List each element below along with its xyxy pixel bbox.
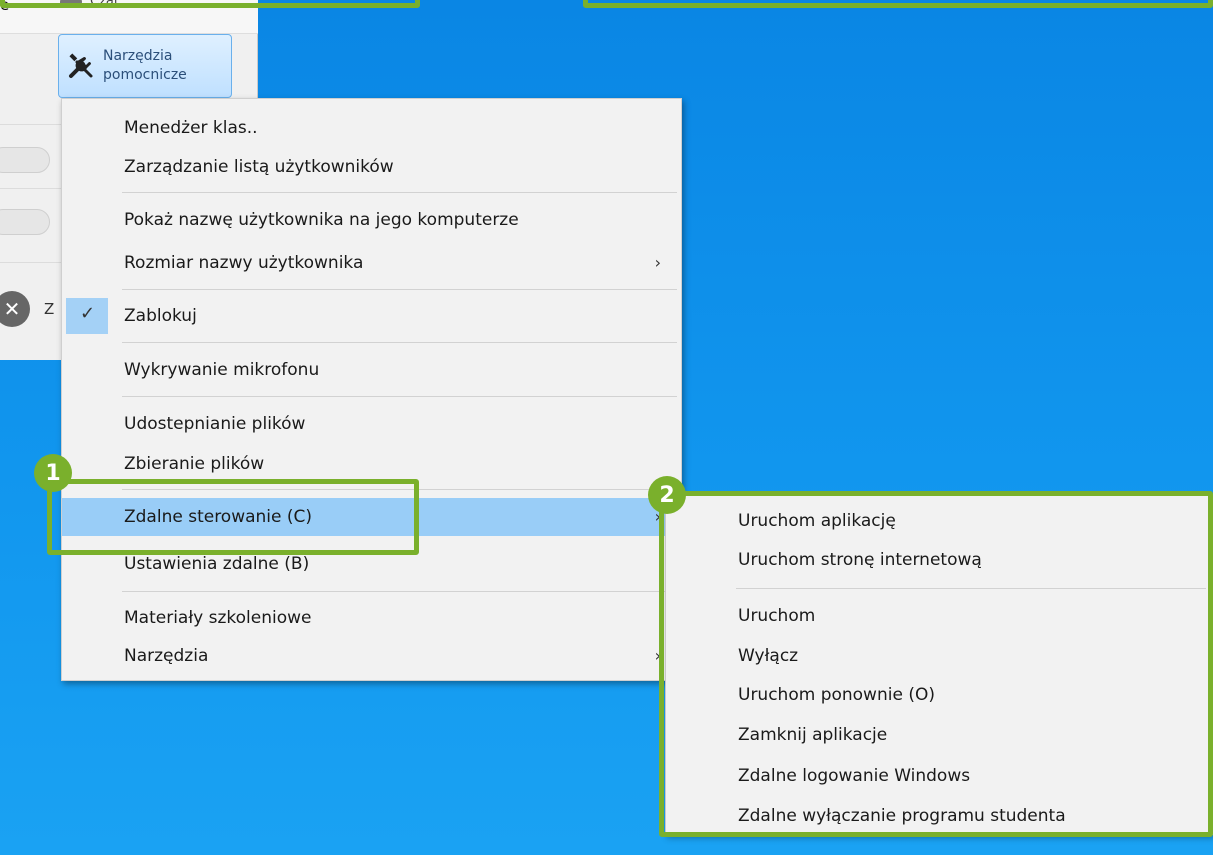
callout-frame-top-right	[583, 0, 1213, 8]
submenu-item-start[interactable]: Uruchom	[666, 597, 1212, 635]
toolbar-cut-label: e	[0, 0, 10, 14]
submenu-item-run-app[interactable]: Uruchom aplikację	[666, 502, 1212, 540]
menu-item-label: Udostepnianie plików	[124, 414, 306, 434]
step-badge-2: 2	[648, 476, 686, 514]
checkmark-icon: ✓	[80, 303, 96, 324]
submenu-item-label: Wyłącz	[738, 646, 799, 666]
submenu-separator	[736, 588, 1206, 589]
menu-item-label: Rozmiar nazwy użytkownika	[124, 253, 364, 273]
menu-item-tools[interactable]: Narzędzia ›	[62, 637, 681, 675]
chat-button[interactable]: Czat	[60, 0, 119, 9]
menu-separator	[122, 342, 677, 343]
step-badge-1: 1	[34, 454, 72, 492]
menu-item-label: Materiały szkoleniowe	[124, 608, 312, 628]
submenu-item-label: Uruchom	[738, 606, 816, 626]
submenu-item-remote-login[interactable]: Zdalne logowanie Windows	[666, 757, 1212, 795]
menu-item-show-username[interactable]: Pokaż nazwę użytkownika na jego komputer…	[62, 201, 681, 239]
menu-item-label: Ustawienia zdalne (B)	[124, 554, 310, 574]
menu-separator	[122, 489, 677, 490]
menu-item-lock[interactable]: ✓ Zablokuj	[62, 297, 681, 335]
menu-item-label: Zbieranie plików	[124, 454, 265, 474]
menu-item-label: Pokaż nazwę użytkownika na jego komputer…	[124, 210, 519, 230]
submenu-item-label: Zdalne wyłączanie programu studenta	[738, 806, 1066, 826]
toggle-pill[interactable]	[0, 209, 50, 235]
submenu-item-restart[interactable]: Uruchom ponownie (O)	[666, 676, 1212, 714]
menu-item-training-materials[interactable]: Materiały szkoleniowe	[62, 599, 681, 637]
submenu-item-label: Uruchom stronę internetową	[738, 550, 982, 570]
submenu-item-label: Uruchom ponownie (O)	[738, 685, 935, 705]
menu-separator	[122, 192, 677, 193]
menu-item-label: Narzędzia	[124, 646, 209, 666]
chat-label: Czat	[90, 0, 119, 9]
menu-item-file-collection[interactable]: Zbieranie plików	[62, 445, 681, 483]
submenu-item-open-website[interactable]: Uruchom stronę internetową	[666, 541, 1212, 579]
wrench-screwdriver-icon	[69, 53, 93, 78]
submenu-item-close-student-program[interactable]: Zdalne wyłączanie programu studenta	[666, 797, 1212, 835]
menu-item-user-list[interactable]: Zarządzanie listą użytkowników	[62, 148, 681, 186]
close-label: Z	[44, 300, 55, 318]
tools-button-label: Narzędzia pomocnicze	[103, 48, 187, 83]
toggle-pill[interactable]	[0, 147, 50, 173]
menu-item-label: Wykrywanie mikrofonu	[124, 360, 320, 380]
menu-separator	[122, 289, 677, 290]
chevron-right-icon: ›	[654, 253, 661, 272]
menu-item-label: Zablokuj	[124, 306, 197, 326]
toolbar-strip: e Czat	[0, 0, 258, 34]
menu-item-username-size[interactable]: Rozmiar nazwy użytkownika ›	[62, 244, 681, 282]
tools-button[interactable]: Narzędzia pomocnicze	[58, 34, 232, 98]
context-menu: Menedżer klas.. Zarządzanie listą użytko…	[61, 98, 682, 681]
submenu-item-label: Zamknij aplikacje	[738, 725, 888, 745]
menu-item-file-sharing[interactable]: Udostepnianie plików	[62, 405, 681, 443]
menu-separator	[122, 591, 677, 592]
menu-item-label: Zarządzanie listą użytkowników	[124, 157, 394, 177]
menu-item-label: Zdalne sterowanie (C)	[124, 507, 313, 527]
menu-separator	[122, 396, 677, 397]
menu-item-remote-control[interactable]: Zdalne sterowanie (C) ›	[62, 498, 681, 536]
chevron-right-icon: ›	[654, 646, 661, 665]
menu-item-remote-settings[interactable]: Ustawienia zdalne (B)	[62, 545, 681, 583]
menu-item-label: Menedżer klas..	[124, 118, 258, 138]
submenu-item-close-apps[interactable]: Zamknij aplikacje	[666, 716, 1212, 754]
chat-icon	[60, 0, 82, 8]
close-icon[interactable]: ✕	[0, 291, 30, 327]
submenu-item-shutdown[interactable]: Wyłącz	[666, 637, 1212, 675]
remote-control-submenu: Uruchom aplikację Uruchom stronę interne…	[665, 495, 1213, 835]
submenu-item-label: Uruchom aplikację	[738, 511, 896, 531]
menu-item-class-manager[interactable]: Menedżer klas..	[62, 109, 681, 147]
menu-item-mic-detection[interactable]: Wykrywanie mikrofonu	[62, 351, 681, 389]
submenu-item-label: Zdalne logowanie Windows	[738, 766, 971, 786]
